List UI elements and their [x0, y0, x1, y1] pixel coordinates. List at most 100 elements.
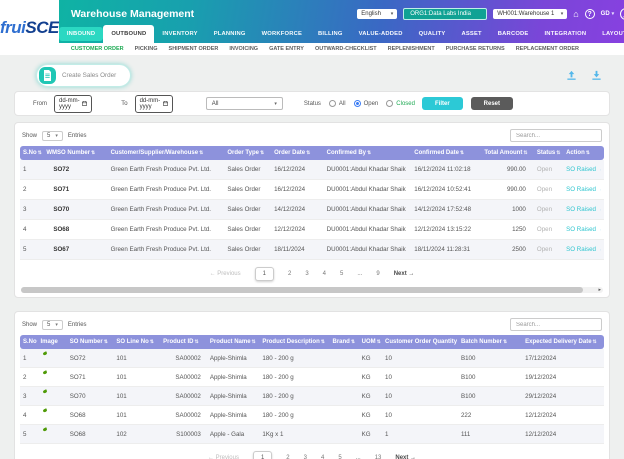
order-type-select[interactable]: All ▾	[205, 97, 283, 110]
page-size-value: 5	[47, 321, 51, 328]
column-header-product-description[interactable]: Product Description⇅	[259, 335, 330, 349]
filter-actions: Filter Reset	[421, 97, 513, 110]
column-header-order-date[interactable]: Order Date⇅	[271, 146, 324, 160]
cart-icon[interactable]	[600, 226, 601, 234]
so-raised-link[interactable]: SO Raised	[566, 186, 601, 194]
so-raised-link[interactable]: SO Raised	[566, 166, 601, 174]
subnav-invoicing[interactable]: INVOICING	[229, 46, 258, 52]
subnav-outward-checklist[interactable]: OUTWARD-CHECKLIST	[315, 46, 377, 52]
confirmed-date-cell: 16/12/2024 10:52:41	[411, 179, 482, 200]
org-select[interactable]: ORG1:Data Labs India	[403, 8, 488, 20]
tab-workforce[interactable]: WORKFORCE	[254, 25, 310, 43]
so-raised-link[interactable]: SO Raised	[566, 206, 601, 214]
tab-inbound[interactable]: INBOUND	[58, 27, 104, 41]
page-button-2[interactable]: 2	[286, 455, 289, 459]
status-radio-all[interactable]: All	[328, 100, 346, 107]
cart-icon[interactable]	[600, 166, 601, 174]
previous-page-button[interactable]: ← Previous	[208, 455, 239, 459]
tab-outbound[interactable]: OUTBOUND	[103, 25, 155, 43]
column-header-brand[interactable]: Brand⇅	[329, 335, 359, 349]
cart-icon[interactable]	[600, 206, 601, 214]
subnav-purchase-returns[interactable]: PURCHASE RETURNS	[446, 46, 505, 52]
download-icon[interactable]	[591, 70, 602, 81]
column-header-so-number[interactable]: SO Number⇅	[66, 335, 114, 349]
page-button-2[interactable]: 2	[288, 271, 291, 277]
page-button-4[interactable]: 4	[321, 455, 324, 459]
tab-barcode[interactable]: BARCODE	[490, 25, 537, 43]
tab-quality[interactable]: QUALITY	[411, 25, 454, 43]
page-button-last[interactable]: 9	[376, 271, 379, 277]
column-header-status[interactable]: Status⇅	[533, 146, 564, 160]
help-icon[interactable]: ?	[584, 9, 595, 19]
column-header-product-id[interactable]: Product ID⇅	[160, 335, 207, 349]
column-header-wmso[interactable]: WMSO Number⇅	[43, 146, 108, 160]
column-header-sno[interactable]: S.No⇅	[20, 335, 38, 349]
page-button-5[interactable]: 5	[338, 455, 341, 459]
tab-billing[interactable]: BILLING	[310, 25, 351, 43]
subnav-replenishment[interactable]: REPLENISHMENT	[388, 46, 435, 52]
subnav-picking[interactable]: PICKING	[135, 46, 158, 52]
tab-layout[interactable]: LAYOUT	[594, 25, 624, 43]
orders-search-input[interactable]	[510, 129, 602, 142]
page-button-3[interactable]: 3	[304, 455, 307, 459]
filter-button[interactable]: Filter	[421, 97, 463, 110]
to-date-input[interactable]: dd-mm-yyyy	[134, 94, 173, 113]
logo[interactable]: frui SCE	[0, 0, 59, 55]
column-header-confirmed-by[interactable]: Confirmed By⇅	[323, 146, 412, 160]
cart-icon[interactable]	[600, 246, 601, 254]
column-header-so-line-no[interactable]: SO Line No⇅	[113, 335, 161, 349]
next-page-button[interactable]: Next →	[395, 455, 416, 459]
from-date-input[interactable]: dd-mm-yyyy	[54, 94, 93, 113]
column-header-uom[interactable]: UOM⇅	[358, 335, 383, 349]
column-header-customer[interactable]: Customer/Supplier/Warehouse⇅	[107, 146, 225, 160]
page-size-select[interactable]: 5 ▾	[42, 319, 63, 330]
scrollbar-thumb[interactable]	[21, 287, 583, 293]
scroll-right-arrow-icon[interactable]: ▸	[596, 287, 603, 293]
column-header-total-amount[interactable]: Total Amount⇅	[481, 146, 534, 160]
subnav-customer-order[interactable]: CUSTOMER ORDER	[71, 46, 124, 52]
tab-integration[interactable]: INTEGRATION	[537, 25, 595, 43]
page-button-3[interactable]: 3	[305, 271, 308, 277]
previous-page-button[interactable]: ← Previous	[210, 271, 241, 277]
reset-button[interactable]: Reset	[470, 97, 513, 110]
profile-menu[interactable]: ▾	[620, 8, 624, 20]
column-header-quantity[interactable]: Customer Order Quantity⇅	[382, 335, 458, 349]
column-header-confirmed-date[interactable]: Confirmed Date⇅	[411, 146, 482, 160]
page-button-5[interactable]: 5	[340, 271, 343, 277]
lines-search-input[interactable]	[510, 318, 602, 331]
subnav-shipment-order[interactable]: SHIPMENT ORDER	[169, 46, 219, 52]
subnav-gate-entry[interactable]: GATE ENTRY	[269, 46, 304, 52]
page-button-4[interactable]: 4	[323, 271, 326, 277]
column-header-order-type[interactable]: Order Type⇅	[224, 146, 272, 160]
warehouse-select[interactable]: WH001:Warehouse 1 ▾	[493, 9, 568, 19]
horizontal-scrollbar[interactable]: ▸	[21, 287, 603, 293]
column-header-sno[interactable]: S.No⇅	[20, 146, 44, 160]
status-all-label: All	[338, 100, 346, 107]
upload-icon[interactable]	[566, 70, 577, 81]
so-raised-link[interactable]: SO Raised	[566, 226, 601, 234]
page-button-last[interactable]: 13	[375, 455, 382, 459]
column-header-image[interactable]: Image	[37, 335, 67, 349]
column-header-batch-number[interactable]: Batch Number⇅	[457, 335, 523, 349]
create-sales-order-button[interactable]: Create Sales Order	[36, 64, 132, 87]
column-header-expected-delivery[interactable]: Expected Delivery Date⇅	[522, 335, 604, 349]
user-menu[interactable]: GD ▾	[601, 11, 615, 17]
language-select[interactable]: English ▾	[357, 9, 398, 19]
page-size-select[interactable]: 5 ▾	[42, 130, 63, 141]
cart-icon[interactable]	[600, 186, 601, 194]
home-icon[interactable]: ⌂	[573, 9, 578, 19]
tab-planning[interactable]: PLANNING	[206, 25, 254, 43]
page-button-1[interactable]: 1	[252, 451, 273, 459]
tab-inventory[interactable]: INVENTORY	[154, 25, 205, 43]
page-button-1[interactable]: 1	[254, 267, 274, 281]
next-page-button[interactable]: Next →	[394, 271, 415, 277]
tab-asset[interactable]: ASSET	[453, 25, 489, 43]
column-header-action[interactable]: Action⇅	[563, 146, 604, 160]
status-radio-open[interactable]: Open	[353, 100, 378, 107]
product-desc-cell: 180 - 200 g	[259, 386, 330, 406]
tab-value-added[interactable]: VALUE-ADDED	[351, 25, 411, 43]
subnav-replacement-order[interactable]: REPLACEMENT ORDER	[516, 46, 579, 52]
status-radio-closed[interactable]: Closed	[386, 100, 415, 107]
so-raised-link[interactable]: SO Raised	[566, 246, 601, 254]
column-header-product-name[interactable]: Product Name⇅	[206, 335, 260, 349]
